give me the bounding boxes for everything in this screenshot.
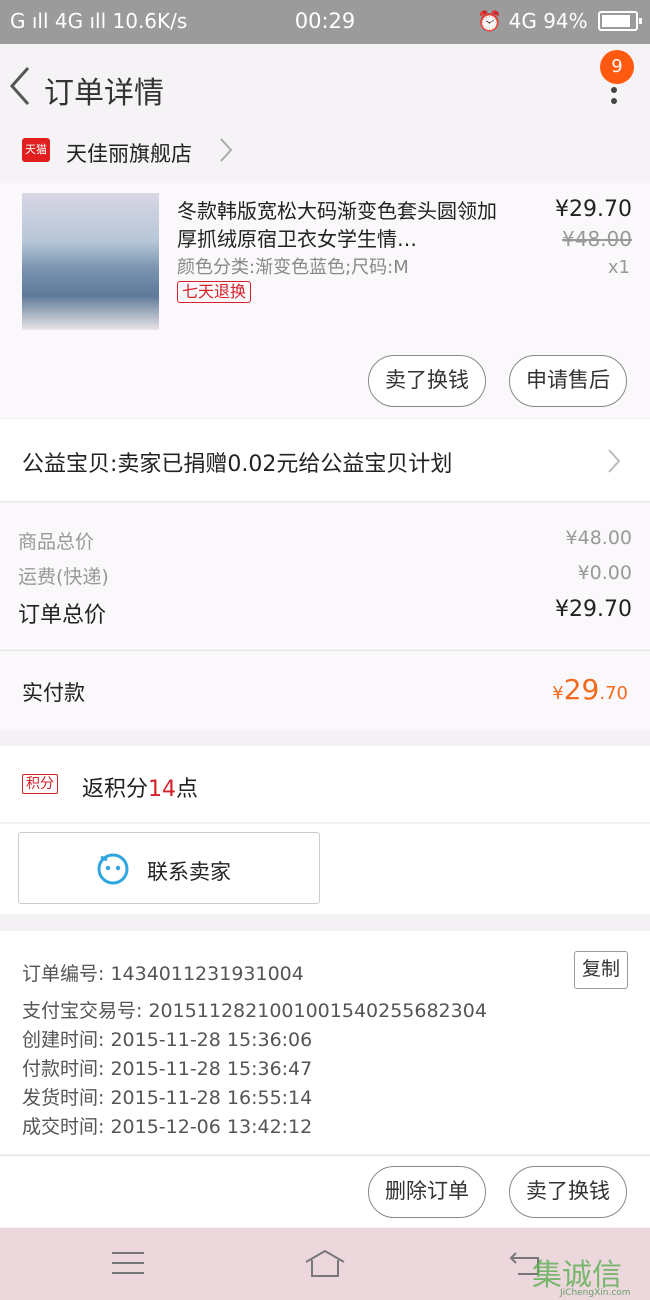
paid-currency: ¥	[552, 683, 564, 704]
copy-button[interactable]: 复制	[574, 951, 628, 989]
goods-total-value: ¥48.00	[565, 527, 632, 549]
product-title[interactable]: 冬款韩版宽松大码渐变色套头圆领加厚抓绒原宿卫衣女学生情…	[177, 197, 497, 253]
shop-name: 天佳丽旗舰店	[66, 142, 192, 166]
shipping-label: 运费(快递)	[18, 566, 109, 588]
shipping-value: ¥0.00	[577, 562, 632, 584]
points-number: 14	[148, 777, 177, 802]
tmall-icon: 天猫	[22, 138, 50, 162]
product-image[interactable]	[22, 193, 159, 330]
product-spec: 颜色分类:渐变色蓝色;尺码:M	[177, 257, 409, 278]
product-quantity: x1	[607, 257, 630, 278]
contact-seller-label: 联系卖家	[147, 860, 231, 884]
original-price: ¥48.00	[562, 227, 632, 251]
chevron-right-icon	[220, 138, 233, 162]
alarm-icon: ⏰	[477, 9, 503, 33]
paid-value: ¥29.70	[552, 673, 628, 706]
chevron-right-icon	[608, 449, 621, 473]
network-type: 4G	[508, 9, 537, 33]
back-button[interactable]	[6, 64, 36, 108]
charity-text: 公益宝贝:卖家已捐赠0.02元给公益宝贝计划	[22, 452, 453, 477]
points-suffix: 点	[176, 777, 199, 802]
battery-icon	[598, 11, 642, 31]
menu-line	[112, 1272, 144, 1274]
back-arrow-icon	[9, 67, 30, 105]
order-info: 订单编号: 1434011231931004 复制 支付宝交易号: 201511…	[0, 931, 650, 1154]
points-tag: 积分	[22, 774, 58, 794]
chat-face-icon	[97, 853, 129, 885]
watermark-url: JiChengXin.com	[560, 1288, 631, 1298]
points-text: 返积分14点	[82, 771, 198, 803]
menu-line	[112, 1252, 144, 1254]
price-summary: 商品总价 ¥48.00 运费(快递) ¥0.00 订单总价 ¥29.70	[0, 503, 650, 649]
contact-seller-button[interactable]: 联系卖家	[18, 832, 320, 904]
order-actions: 删除订单 卖了换钱	[0, 1155, 650, 1227]
paid-decimal: .70	[599, 683, 628, 704]
order-total-value: ¥29.70	[555, 597, 632, 622]
sell-button[interactable]: 卖了换钱	[368, 355, 486, 407]
sell-button-bottom[interactable]: 卖了换钱	[509, 1166, 627, 1218]
goods-total-label: 商品总价	[18, 531, 95, 553]
charity-row[interactable]: 公益宝贝:卖家已捐赠0.02元给公益宝贝计划	[0, 419, 650, 502]
order-number: 订单编号: 1434011231931004	[22, 963, 304, 985]
paid-label: 实付款	[22, 681, 85, 705]
page-title: 订单详情	[44, 76, 164, 111]
completed-time: 成交时间: 2015-12-06 13:42:12	[22, 1116, 313, 1138]
notification-badge: 9	[600, 50, 634, 84]
paid-amount-row: 实付款 ¥29.70	[0, 650, 650, 730]
return-policy-tag: 七天退换	[177, 281, 252, 303]
points-prefix: 返积分	[82, 777, 149, 802]
product-card: 冬款韩版宽松大码渐变色套头圆领加厚抓绒原宿卫衣女学生情… 颜色分类:渐变色蓝色;…	[0, 183, 650, 418]
dot-icon	[611, 87, 617, 93]
after-sale-button[interactable]: 申请售后	[509, 355, 627, 407]
menu-button[interactable]	[112, 1252, 144, 1282]
created-time: 创建时间: 2015-11-28 15:36:06	[22, 1029, 313, 1051]
status-bar: G ıll 4G ıll 10.6K/s 00:29 ⏰ 4G 94%	[0, 0, 650, 44]
order-total-label: 订单总价	[18, 603, 107, 628]
product-price: ¥29.70	[555, 197, 632, 222]
nav-bar: 订单详情 9	[0, 44, 650, 130]
paid-time: 付款时间: 2015-11-28 15:36:47	[22, 1058, 313, 1080]
contact-area: 联系卖家	[0, 824, 650, 914]
delete-order-button[interactable]: 删除订单	[368, 1166, 486, 1218]
shop-row[interactable]: 天猫 天佳丽旗舰店	[0, 130, 650, 182]
alipay-number: 支付宝交易号: 2015112821001001540255682304	[22, 1000, 487, 1022]
paid-integer: 29	[563, 673, 600, 706]
shipped-time: 发货时间: 2015-11-28 16:55:14	[22, 1087, 313, 1109]
points-row: 积分 返积分14点	[0, 746, 650, 823]
status-right: ⏰ 4G 94%	[477, 9, 642, 33]
home-icon[interactable]	[303, 1248, 347, 1280]
battery-percent: 94%	[543, 9, 588, 33]
dot-icon	[611, 98, 617, 104]
menu-line	[112, 1262, 144, 1264]
